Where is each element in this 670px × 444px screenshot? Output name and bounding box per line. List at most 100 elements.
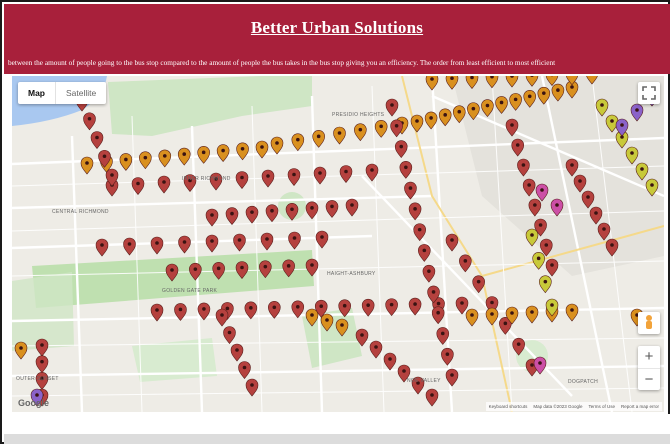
map-type-satellite-button[interactable]: Satellite xyxy=(56,82,106,104)
bus-stop-marker[interactable] xyxy=(119,153,133,171)
bus-stop-marker[interactable] xyxy=(255,140,269,159)
report-error-link[interactable]: Report a map error xyxy=(621,404,659,409)
bus-stop-marker[interactable] xyxy=(178,235,191,254)
bus-stop-marker[interactable] xyxy=(425,76,439,91)
bus-stop-marker[interactable] xyxy=(230,343,244,362)
zoom-out-button[interactable]: − xyxy=(638,369,660,391)
place-label: Haight-Ashbury xyxy=(327,271,376,277)
bus-stop-marker[interactable] xyxy=(83,112,96,131)
bus-stop-marker[interactable] xyxy=(545,258,559,277)
page-bottom xyxy=(4,414,670,434)
bus-stop-marker[interactable] xyxy=(422,264,436,283)
place-label: Inner Richmond xyxy=(182,176,231,182)
header-bar: Better Urban Solutions between the amoun… xyxy=(4,4,670,74)
bus-stop-marker[interactable] xyxy=(459,254,472,273)
fullscreen-button[interactable] xyxy=(638,82,660,104)
bus-stop-marker[interactable] xyxy=(565,303,579,322)
map-type-map-button[interactable]: Map xyxy=(18,82,56,104)
bus-stop-marker[interactable] xyxy=(238,361,251,379)
bus-stop-marker[interactable] xyxy=(157,175,171,194)
map-canvas[interactable] xyxy=(12,76,664,412)
bus-stop-marker[interactable] xyxy=(333,126,346,145)
bus-stop-marker[interactable] xyxy=(445,233,459,252)
bus-stop-marker[interactable] xyxy=(35,338,49,357)
bus-stop-marker[interactable] xyxy=(445,368,459,387)
terms-link[interactable]: Terms of Use xyxy=(588,404,615,409)
pegman-icon xyxy=(646,315,652,329)
bus-stop-marker[interactable] xyxy=(95,238,109,257)
bus-stop-marker[interactable] xyxy=(399,161,413,179)
bus-stop-marker[interactable] xyxy=(408,202,422,221)
map-data-text: Map data ©2023 Google xyxy=(533,404,583,409)
bus-stop-marker[interactable] xyxy=(235,171,249,189)
bus-stop-marker[interactable] xyxy=(418,244,431,262)
bus-stop-marker[interactable] xyxy=(532,252,545,270)
bus-stop-marker[interactable] xyxy=(345,198,359,217)
bus-stop-marker[interactable] xyxy=(413,223,426,242)
bus-stop-marker[interactable] xyxy=(225,207,239,226)
bus-stop-marker[interactable] xyxy=(14,341,28,360)
place-label: Central Richmond xyxy=(52,209,109,215)
bus-stop-marker[interactable] xyxy=(425,388,439,407)
bus-stop-marker[interactable] xyxy=(374,120,388,138)
bus-stop-marker[interactable] xyxy=(438,108,452,127)
bus-stop-marker[interactable] xyxy=(123,237,136,256)
page-title: Better Urban Solutions xyxy=(250,18,424,37)
bus-stop-marker[interactable] xyxy=(265,204,279,223)
presidio-park xyxy=(108,76,312,136)
app-frame: Better Urban Solutions between the amoun… xyxy=(0,0,670,444)
bus-stop-marker[interactable] xyxy=(177,147,191,166)
bus-stop-marker[interactable] xyxy=(233,233,246,252)
footer-bar xyxy=(4,434,670,444)
bus-stop-marker[interactable] xyxy=(288,231,301,250)
bus-stop-marker[interactable] xyxy=(472,275,485,294)
bus-stop-marker[interactable] xyxy=(150,236,164,255)
zoom-in-button[interactable]: + xyxy=(638,346,660,369)
bus-stop-marker[interactable] xyxy=(325,200,339,218)
bus-stop-marker[interactable] xyxy=(539,275,552,294)
keyboard-shortcuts-link[interactable]: Keyboard shortcuts xyxy=(489,404,528,409)
bus-stop-marker[interactable] xyxy=(339,165,353,183)
bus-stop-marker[interactable] xyxy=(215,308,229,327)
bus-stop-marker[interactable] xyxy=(80,156,94,175)
bus-stop-marker[interactable] xyxy=(139,151,152,170)
page-subtitle: between the amount of people going to th… xyxy=(8,58,556,67)
bus-stop-marker[interactable] xyxy=(223,326,236,344)
bus-stop-marker[interactable] xyxy=(291,133,305,152)
google-logo: Google xyxy=(18,398,49,408)
bus-stop-marker[interactable] xyxy=(390,119,403,138)
bus-stop-marker[interactable] xyxy=(131,177,145,195)
place-label: Golden Gate Park xyxy=(162,288,218,294)
bus-stop-marker[interactable] xyxy=(158,149,172,168)
bus-stop-marker[interactable] xyxy=(369,340,383,359)
bus-stop-marker[interactable] xyxy=(287,168,301,186)
bus-stop-marker[interactable] xyxy=(260,232,274,251)
bus-stop-marker[interactable] xyxy=(394,140,408,159)
bus-stop-marker[interactable] xyxy=(90,131,104,149)
bus-stop-marker[interactable] xyxy=(270,136,284,155)
place-label: Dogpatch xyxy=(568,379,598,385)
bus-stop-marker[interactable] xyxy=(197,146,210,164)
bus-stop-marker[interactable] xyxy=(261,169,275,188)
place-label: Presidio Heights xyxy=(332,112,385,118)
bus-stop-marker[interactable] xyxy=(465,308,479,327)
bus-stop-marker[interactable] xyxy=(441,347,454,366)
bus-stop-marker[interactable] xyxy=(236,142,249,161)
bus-stop-marker[interactable] xyxy=(216,144,230,163)
map-attribution: Keyboard shortcuts Map data ©2023 Google… xyxy=(485,402,662,411)
map-view[interactable]: Central Richmond Inner Richmond Presidio… xyxy=(12,76,664,412)
bus-stop-marker[interactable] xyxy=(354,123,367,142)
street-view-button[interactable] xyxy=(638,312,660,334)
bus-stop-marker[interactable] xyxy=(485,307,499,326)
bus-stop-marker[interactable] xyxy=(383,352,397,371)
bus-stop-marker[interactable] xyxy=(35,355,49,374)
bus-stop-marker[interactable] xyxy=(205,208,219,227)
bus-stop-marker[interactable] xyxy=(365,163,379,182)
bus-stop-marker[interactable] xyxy=(410,114,424,133)
place-label: Outer Sunset xyxy=(16,376,59,382)
bus-stop-marker[interactable] xyxy=(431,306,445,325)
place-label: Noe Valley xyxy=(407,378,441,384)
bus-stop-marker[interactable] xyxy=(385,98,399,117)
bus-stop-marker[interactable] xyxy=(525,305,539,324)
bus-stop-marker[interactable] xyxy=(205,234,219,253)
